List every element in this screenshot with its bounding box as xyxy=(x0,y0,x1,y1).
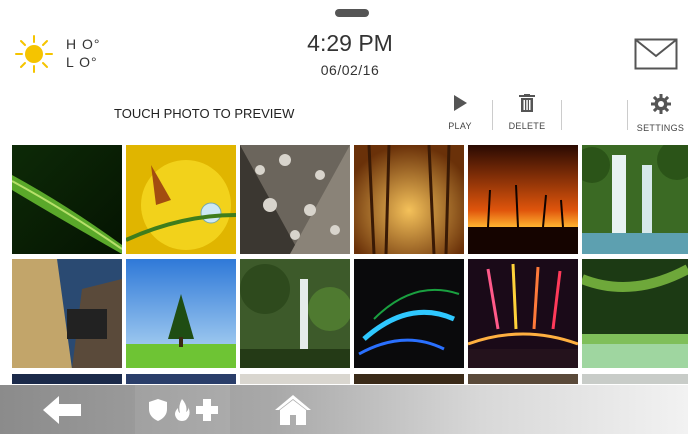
photo-thumbnail[interactable] xyxy=(354,259,464,368)
fire-icon xyxy=(174,398,190,421)
photo-thumbnail[interactable] xyxy=(582,259,688,368)
envelope-icon[interactable] xyxy=(634,38,678,70)
high-temperature: H O° xyxy=(66,36,101,52)
photo-thumbnail[interactable] xyxy=(12,259,122,368)
home-icon xyxy=(275,394,311,425)
gear-icon xyxy=(650,94,671,114)
toolbar-divider xyxy=(561,100,562,130)
photo-thumbnail[interactable] xyxy=(582,145,688,254)
photo-thumbnail[interactable] xyxy=(240,374,350,384)
clock-time: 4:29 PM xyxy=(307,30,393,56)
delete-button[interactable]: DELETE xyxy=(505,94,549,134)
photo-thumbnail[interactable] xyxy=(354,374,464,384)
toolbar-divider xyxy=(492,100,493,130)
photo-grid xyxy=(12,145,688,385)
photo-thumbnail[interactable] xyxy=(126,145,236,254)
settings-label: SETTINGS xyxy=(636,123,685,133)
pull-down-handle[interactable] xyxy=(335,9,369,17)
sun-icon xyxy=(15,35,53,73)
play-label: PLAY xyxy=(448,121,472,131)
settings-button[interactable]: SETTINGS xyxy=(633,94,688,134)
back-arrow-icon xyxy=(43,395,81,424)
shield-icon xyxy=(148,398,167,421)
photo-thumbnail[interactable] xyxy=(12,145,122,254)
page-instructions: TOUCH PHOTO TO PREVIEW xyxy=(114,106,295,121)
security-panel-screen: H O° L O° 4:29 PM 06/02/16 TOUCH PHOTO T… xyxy=(0,0,688,434)
photo-thumbnail[interactable] xyxy=(582,374,688,384)
photo-thumbnail[interactable] xyxy=(468,259,578,368)
bottom-navigation-bar xyxy=(0,385,688,434)
photo-thumbnail[interactable] xyxy=(126,259,236,368)
low-temperature: L O° xyxy=(66,54,98,70)
photo-thumbnail[interactable] xyxy=(468,145,578,254)
trash-icon xyxy=(519,94,535,112)
clock-date: 06/02/16 xyxy=(320,62,380,78)
toolbar-divider xyxy=(627,100,628,130)
photo-thumbnail[interactable] xyxy=(468,374,578,384)
home-button[interactable] xyxy=(270,385,316,434)
photo-thumbnail[interactable] xyxy=(354,145,464,254)
photo-thumbnail[interactable] xyxy=(12,374,122,384)
photo-thumbnail[interactable] xyxy=(240,145,350,254)
photo-thumbnail[interactable] xyxy=(126,374,236,384)
weather-widget[interactable]: H O° L O° xyxy=(14,32,124,77)
back-button[interactable] xyxy=(38,385,88,434)
play-icon xyxy=(454,95,467,111)
emergency-button[interactable] xyxy=(135,385,230,434)
delete-label: DELETE xyxy=(508,121,546,131)
medical-cross-icon xyxy=(195,398,218,421)
play-button[interactable]: PLAY xyxy=(444,94,476,134)
photo-thumbnail[interactable] xyxy=(240,259,350,368)
